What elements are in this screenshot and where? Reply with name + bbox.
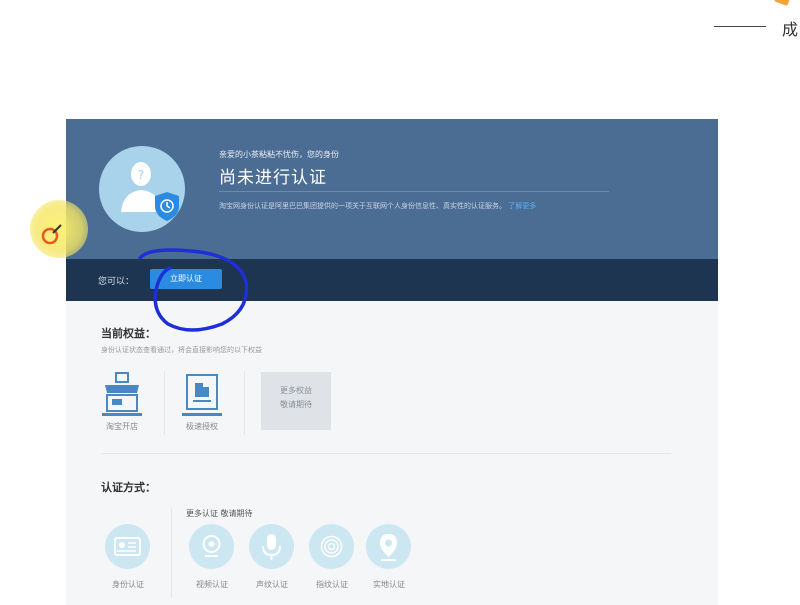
- method-circle: [189, 524, 234, 569]
- status-banner: ? 亲爱的小茶粘粘不忧伤，您的身份 尚未进行认证 淘宝网身份认证是阿里巴巴集团提…: [66, 119, 718, 259]
- section-divider: [101, 453, 671, 454]
- fingerprint-icon: [320, 535, 343, 558]
- method-circle: [309, 524, 354, 569]
- unknown-user-shield-icon: ?: [121, 162, 179, 221]
- rights-title: 当前权益：: [101, 327, 156, 340]
- methods-separator: [171, 508, 172, 598]
- slide-corner-text: 成: [781, 20, 798, 39]
- microphone-icon: [262, 534, 281, 560]
- rights-subtitle: 身份认证状态查看通过，将会直接影响您的以下权益: [101, 346, 262, 354]
- methods-title: 认证方式：: [101, 481, 156, 494]
- method-label: 身份认证: [112, 580, 144, 589]
- benefit-fast-authorize[interactable]: 极速授权: [170, 369, 234, 439]
- svg-text:?: ?: [138, 168, 144, 182]
- method-label: 实地认证: [373, 580, 405, 589]
- more-rights-line2: 敬请期待: [280, 400, 312, 409]
- id-card-icon: [114, 537, 141, 556]
- action-bar: 您可以： 立即认证: [66, 259, 718, 301]
- more-rights-line1: 更多权益: [280, 386, 312, 395]
- method-circle: [105, 524, 150, 569]
- slide-corner-decoration: [774, 0, 792, 6]
- more-methods-label: 更多认证 敬请期待: [186, 509, 253, 518]
- slide-title-rule: [714, 26, 766, 27]
- identity-verification-page: ? 亲爱的小茶粘粘不忧伤，您的身份 尚未进行认证 淘宝网身份认证是阿里巴巴集团提…: [66, 119, 718, 605]
- verify-now-button[interactable]: 立即认证: [150, 269, 222, 289]
- more-rights-placeholder: 更多权益 敬请期待: [261, 372, 331, 430]
- method-circle: [366, 524, 411, 569]
- pen-cursor-icon: [41, 224, 62, 245]
- method-label: 视频认证: [196, 580, 228, 589]
- fast-authorize-icon: [182, 374, 222, 416]
- location-pin-icon: [380, 534, 397, 561]
- method-circle: [249, 524, 294, 569]
- benefit-separator: [244, 371, 245, 435]
- benefit-separator: [164, 371, 165, 435]
- verification-description: 淘宝网身份认证是阿里巴巴集团提供的一项关于互联网个人身份信息性、真实性的认证服务…: [219, 201, 536, 211]
- verification-status-title: 尚未进行认证: [219, 168, 327, 188]
- video-camera-icon: [202, 535, 221, 557]
- shop-icon: [102, 372, 142, 416]
- benefit-open-shop[interactable]: 淘宝开店: [90, 369, 154, 439]
- learn-more-link[interactable]: 了解更多: [508, 202, 536, 210]
- banner-divider: [219, 191, 609, 192]
- avatar: ?: [99, 146, 185, 232]
- method-label: 声纹认证: [256, 580, 288, 589]
- description-text: 淘宝网身份认证是阿里巴巴集团提供的一项关于互联网个人身份信息性、真实性的认证服务…: [219, 202, 506, 210]
- action-label: 您可以：: [98, 277, 135, 287]
- method-label: 指纹认证: [316, 580, 348, 589]
- greeting-notice: 亲爱的小茶粘粘不忧伤，您的身份: [219, 150, 339, 159]
- benefit-label: 极速授权: [186, 422, 218, 431]
- benefit-label: 淘宝开店: [106, 422, 138, 431]
